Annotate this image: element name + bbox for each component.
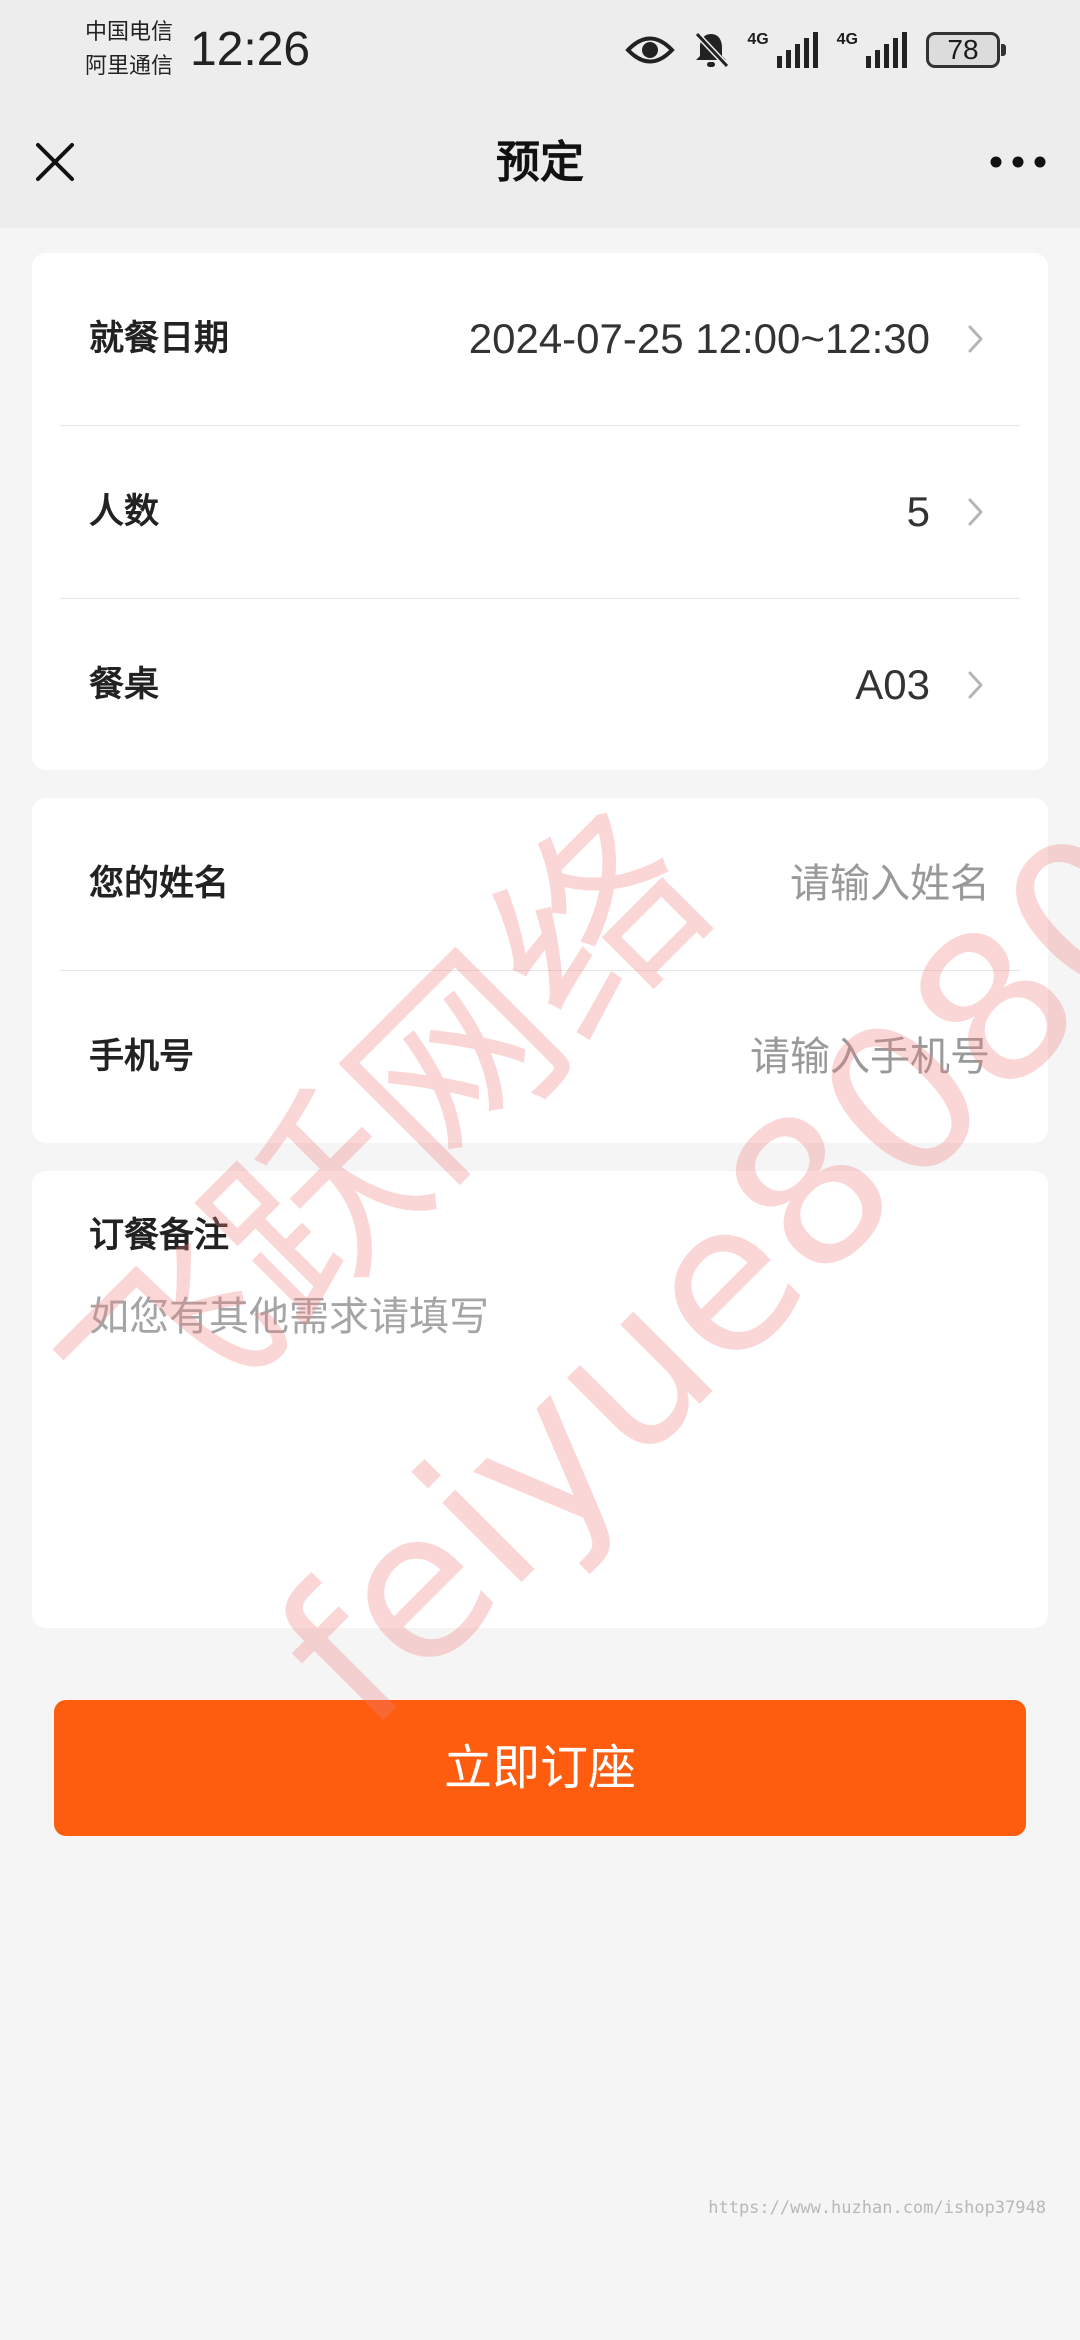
book-now-button[interactable]: 立即订座 (54, 1700, 1026, 1836)
dining-date-row[interactable]: 就餐日期 2024-07-25 12:00~12:30 (32, 253, 1048, 425)
network-type-2: 4G (836, 31, 858, 48)
signal-strength-icon (776, 32, 818, 68)
remark-textarea[interactable] (89, 1289, 989, 1589)
contact-info-card: 您的姓名 手机号 (32, 798, 1048, 1143)
phone-row: 手机号 (32, 971, 1048, 1143)
phone-label: 手机号 (89, 1037, 195, 1077)
name-input[interactable] (570, 846, 990, 922)
name-label: 您的姓名 (89, 864, 230, 904)
footer-url: https://www.huzhan.com/ishop37948 (708, 2198, 1046, 2218)
carrier-info: 中国电信 阿里通信 (85, 16, 173, 84)
phone-input[interactable] (570, 1019, 990, 1095)
carrier-primary: 中国电信 (85, 20, 174, 45)
bell-muted-icon (695, 31, 730, 69)
table-value: A03 (855, 661, 930, 708)
party-size-row[interactable]: 人数 5 (32, 426, 1048, 598)
signal-strength-icon (866, 32, 907, 68)
dining-date-label: 就餐日期 (89, 319, 230, 359)
status-time: 12:26 (190, 23, 311, 76)
booking-details-card: 就餐日期 2024-07-25 12:00~12:30 人数 5 餐桌 A03 (32, 253, 1048, 770)
network-type-1: 4G (747, 31, 769, 48)
name-row: 您的姓名 (32, 798, 1048, 970)
remark-card: 订餐备注 (32, 1171, 1048, 1628)
eye-icon (625, 36, 676, 64)
chevron-right-icon (968, 671, 983, 699)
party-size-label: 人数 (89, 492, 160, 532)
carrier-secondary: 阿里通信 (85, 54, 174, 79)
dining-date-value: 2024-07-25 12:00~12:30 (468, 315, 930, 362)
party-size-value: 5 (906, 488, 930, 535)
more-options-icon[interactable] (986, 140, 1050, 184)
chevron-right-icon (968, 325, 983, 353)
table-row[interactable]: 餐桌 A03 (32, 599, 1048, 770)
nav-bar: 预定 (0, 100, 1080, 228)
table-label: 餐桌 (89, 665, 160, 705)
status-icons: 4G 4G 78 (625, 22, 1006, 78)
page-title: 预定 (496, 137, 584, 188)
status-bar: 中国电信 阿里通信 12:26 4G 4G 78 (0, 0, 1080, 100)
battery-indicator: 78 (926, 32, 1006, 68)
chevron-right-icon (968, 498, 983, 526)
remark-label: 订餐备注 (89, 1216, 230, 1256)
